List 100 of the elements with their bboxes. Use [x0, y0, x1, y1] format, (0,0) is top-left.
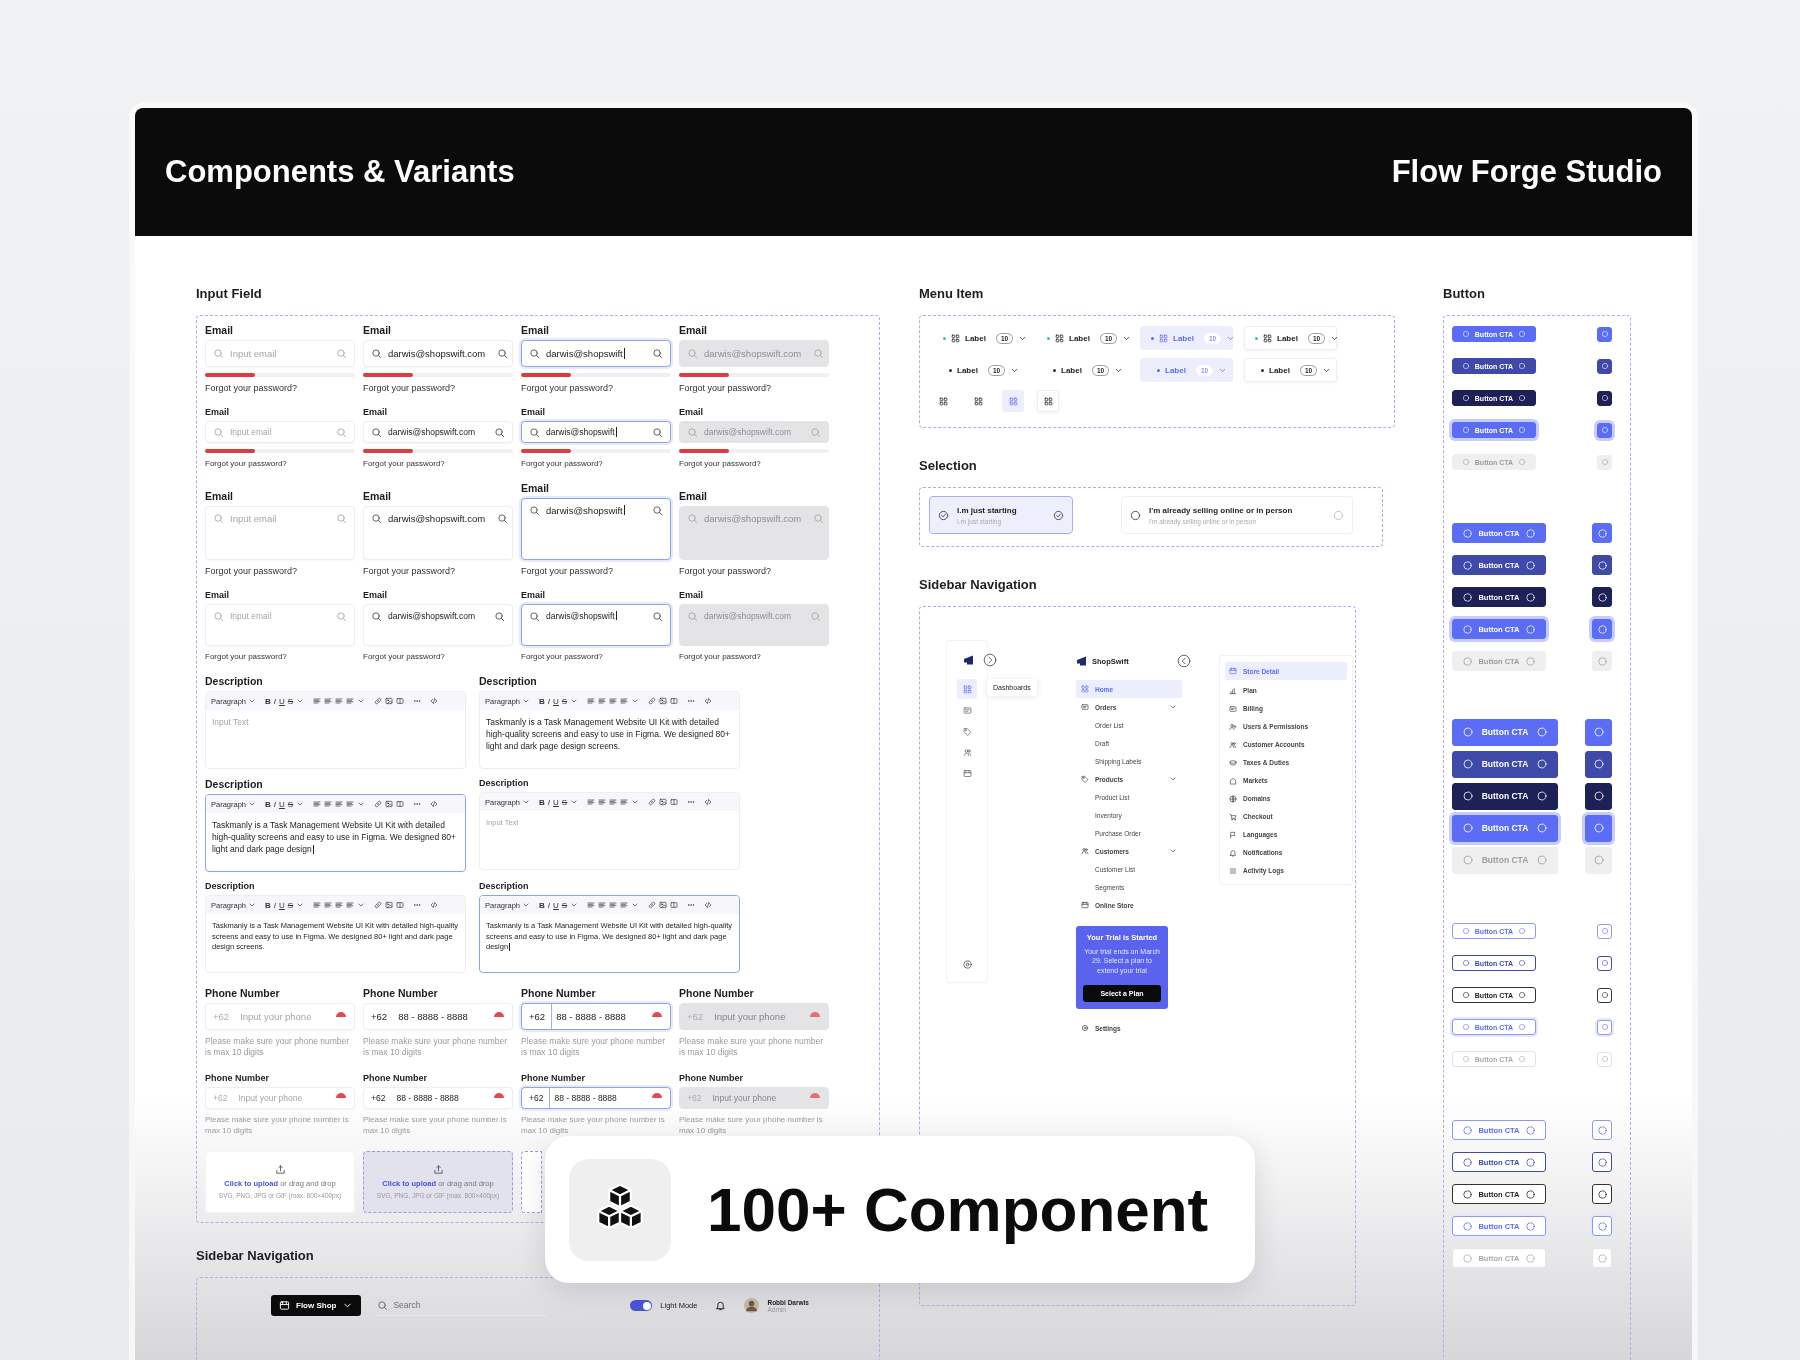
format-button[interactable]: B	[265, 799, 271, 809]
image-icon[interactable]	[385, 800, 394, 808]
icon-button[interactable]	[1592, 587, 1612, 607]
phone-field[interactable]: +62 88 - 8888 - 8888	[521, 1086, 671, 1109]
nav-icon-button[interactable]	[957, 679, 977, 699]
format-button[interactable]: S	[561, 696, 568, 706]
align-icon[interactable]	[335, 697, 344, 705]
more-icon[interactable]	[687, 798, 696, 806]
image-icon[interactable]	[659, 697, 668, 705]
code-icon[interactable]	[430, 800, 439, 808]
align-icon[interactable]	[313, 901, 322, 909]
code-icon[interactable]	[430, 901, 439, 909]
align-icon[interactable]	[346, 800, 355, 808]
forgot-password-link[interactable]: Forgot your password?	[521, 566, 671, 576]
forgot-password-link[interactable]: Forgot your password?	[205, 566, 355, 576]
format-button[interactable]: B	[539, 696, 545, 706]
forgot-password-link[interactable]: Forgot your password?	[205, 652, 355, 661]
phone-field[interactable]: +62 88 - 8888 - 8888	[363, 1003, 513, 1030]
align-icon[interactable]	[346, 901, 355, 909]
forgot-password-link[interactable]: Forgot your password?	[363, 383, 513, 393]
format-button[interactable]: I	[547, 797, 551, 807]
code-icon[interactable]	[704, 901, 713, 909]
forgot-password-link[interactable]: Forgot your password?	[521, 459, 671, 468]
email-field[interactable]: darwis@shopswift	[521, 604, 671, 646]
columns-icon[interactable]	[396, 800, 405, 808]
cta-button[interactable]: Button CTA	[1452, 718, 1558, 746]
forgot-password-link[interactable]: Forgot your password?	[363, 566, 513, 576]
align-icon[interactable]	[335, 901, 344, 909]
format-button[interactable]: I	[273, 900, 277, 910]
forgot-password-link[interactable]: Forgot your password?	[205, 459, 355, 468]
settings-icon[interactable]	[961, 959, 973, 970]
format-button[interactable]: S	[287, 696, 294, 706]
icon-button[interactable]	[1592, 1184, 1612, 1204]
align-icon[interactable]	[346, 697, 355, 705]
format-button[interactable]: U	[279, 799, 285, 809]
icon-button[interactable]	[1597, 987, 1612, 1003]
menu-icon-button[interactable]	[1002, 390, 1024, 412]
forgot-password-link[interactable]: Forgot your password?	[521, 652, 671, 661]
format-button[interactable]: I	[273, 696, 277, 706]
align-icon[interactable]	[324, 800, 333, 808]
columns-icon[interactable]	[396, 901, 405, 909]
menu-icon-button[interactable]	[1037, 390, 1059, 412]
align-icon[interactable]	[313, 697, 322, 705]
format-button[interactable]: I	[273, 799, 277, 809]
align-icon[interactable]	[324, 901, 333, 909]
align-icon[interactable]	[587, 798, 596, 806]
format-button[interactable]: S	[287, 900, 294, 910]
format-button[interactable]: U	[553, 900, 559, 910]
icon-button[interactable]	[1585, 782, 1612, 810]
forgot-password-link[interactable]: Forgot your password?	[521, 383, 671, 393]
code-icon[interactable]	[430, 697, 439, 705]
align-icon[interactable]	[609, 798, 618, 806]
image-icon[interactable]	[659, 798, 668, 806]
format-button[interactable]: U	[279, 696, 285, 706]
cta-button[interactable]: Button CTA	[1452, 750, 1558, 778]
image-icon[interactable]	[385, 697, 394, 705]
align-icon[interactable]	[620, 697, 629, 705]
columns-icon[interactable]	[396, 697, 405, 705]
bell-icon[interactable]	[715, 1300, 727, 1311]
code-icon[interactable]	[704, 697, 713, 705]
icon-button[interactable]	[1597, 955, 1612, 971]
email-field[interactable]: darwis@shopswift.com	[363, 421, 513, 443]
align-icon[interactable]	[609, 697, 618, 705]
format-button[interactable]: U	[279, 900, 285, 910]
phone-field[interactable]: +62 88 - 8888 - 8888	[363, 1086, 513, 1109]
icon-button[interactable]	[1592, 1152, 1612, 1172]
chevron-right-icon[interactable]	[983, 653, 997, 667]
format-button[interactable]: B	[265, 696, 271, 706]
align-icon[interactable]	[598, 901, 607, 909]
email-field[interactable]: darwis@shopswift.com	[363, 506, 513, 560]
columns-icon[interactable]	[670, 697, 679, 705]
upload-dropzone[interactable]	[521, 1150, 542, 1213]
format-button[interactable]: I	[547, 900, 551, 910]
shop-switcher[interactable]: Flow Shop	[271, 1295, 362, 1316]
format-button[interactable]: S	[287, 799, 294, 809]
forgot-password-link[interactable]: Forgot your password?	[363, 459, 513, 468]
chevron-left-icon[interactable]	[1177, 654, 1191, 668]
email-field[interactable]: darwis@shopswift.com	[363, 340, 513, 367]
email-field[interactable]: darwis@shopswift	[521, 421, 671, 443]
icon-button[interactable]	[1597, 358, 1612, 374]
align-icon[interactable]	[324, 697, 333, 705]
icon-button[interactable]	[1585, 750, 1612, 778]
avatar[interactable]	[744, 1298, 760, 1313]
code-icon[interactable]	[704, 798, 713, 806]
align-icon[interactable]	[598, 697, 607, 705]
columns-icon[interactable]	[670, 901, 679, 909]
forgot-password-link[interactable]: Forgot your password?	[363, 652, 513, 661]
more-icon[interactable]	[687, 901, 696, 909]
align-icon[interactable]	[598, 798, 607, 806]
toggle-switch[interactable]	[630, 1300, 653, 1311]
format-button[interactable]: B	[265, 900, 271, 910]
columns-icon[interactable]	[670, 798, 679, 806]
forgot-password-link[interactable]: Forgot your password?	[205, 383, 355, 393]
email-field[interactable]: darwis@shopswift	[521, 498, 671, 560]
align-icon[interactable]	[609, 901, 618, 909]
align-icon[interactable]	[335, 800, 344, 808]
format-button[interactable]: B	[539, 797, 545, 807]
more-icon[interactable]	[413, 800, 422, 808]
align-icon[interactable]	[313, 800, 322, 808]
email-field[interactable]: darwis@shopswift.com	[363, 604, 513, 646]
